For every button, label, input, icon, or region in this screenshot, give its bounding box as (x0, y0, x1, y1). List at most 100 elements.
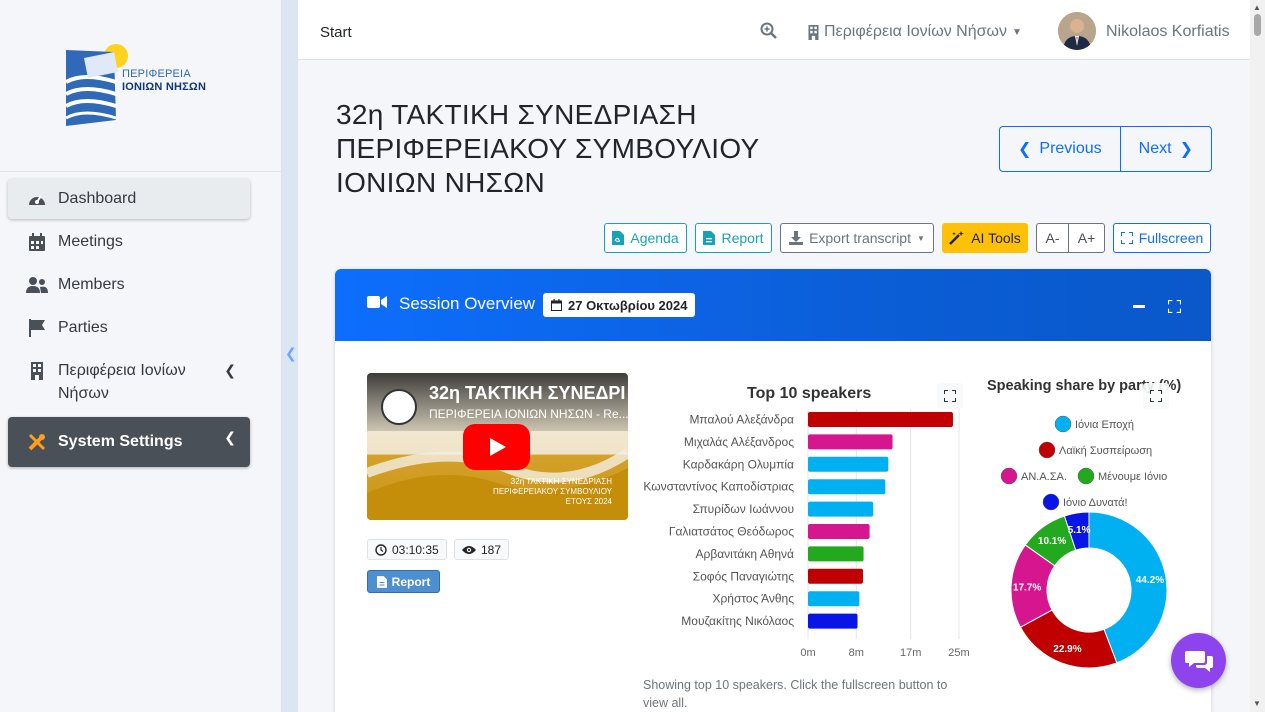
sidebar-item-members[interactable]: Members (8, 265, 250, 305)
ai-tools-button[interactable]: AI Tools (942, 223, 1028, 253)
legend-label[interactable]: Λαϊκή Συσπείρωση (1059, 445, 1152, 457)
report-small-button[interactable]: Report (367, 570, 440, 593)
speaker-label: Μουζακίτης Νικόλαος (681, 614, 794, 628)
calendar-icon (26, 233, 48, 251)
caret-down-icon: ▼ (917, 233, 925, 243)
speakers-chart-fullscreen-button[interactable] (937, 383, 963, 409)
views-badge: 187 (454, 539, 510, 560)
scroll-down-icon[interactable]: ▼ (1253, 699, 1261, 708)
slice-value-label: 22.9% (1053, 644, 1081, 655)
x-tick-label: 17m (900, 647, 921, 659)
legend-swatch (1038, 441, 1056, 459)
building-icon (808, 24, 819, 40)
clock-icon (375, 543, 387, 556)
sidebar-collapse-handle[interactable]: ❮ (282, 0, 298, 712)
sidebar-item-system-settings[interactable]: System Settings ❮ (8, 417, 250, 467)
avatar[interactable] (1058, 12, 1096, 50)
start-link[interactable]: Start (320, 24, 352, 41)
users-icon (26, 276, 48, 294)
sidebar-item-dashboard[interactable]: Dashboard (8, 179, 250, 219)
x-tick-label: 0m (800, 647, 815, 659)
party-chart-fullscreen-button[interactable] (1143, 383, 1169, 409)
legend-swatch (1077, 467, 1095, 485)
speaker-bar[interactable] (808, 434, 893, 450)
magic-wand-icon (949, 231, 965, 245)
collapse-card-button[interactable] (1133, 305, 1145, 308)
agenda-button[interactable]: Agenda (604, 223, 687, 253)
speaker-bar[interactable] (808, 613, 858, 629)
sidebar-item-label: Dashboard (58, 190, 137, 207)
brand: ΠΕΡΙΦΕΡΕΙΑ ΙΟΝΙΩΝ ΝΗΣΩΝ (0, 0, 281, 172)
expand-icon (1120, 232, 1133, 244)
speaker-label: Χρήστος Άνθης (712, 592, 794, 606)
expand-icon (944, 390, 956, 402)
file-text-icon (703, 231, 716, 245)
sidebar-item-region[interactable]: Περιφέρεια Ιονίων Νήσων ❮ (8, 351, 250, 409)
region-dropdown[interactable]: Περιφέρεια Ιονίων Νήσων ▼ (808, 23, 1022, 41)
speaker-bar[interactable] (808, 479, 886, 495)
youtube-video-player[interactable]: 32η ΤΑΚΤΙΚΗ ΣΥΝΕΔΡΙ ΠΕΡΙΦΕΡΕΙΑ ΙΟΝΙΩΝ ΝΗ… (367, 373, 628, 520)
speaker-bar[interactable] (808, 501, 874, 517)
agenda-label: Agenda (630, 230, 679, 246)
eye-icon (462, 545, 476, 554)
fullscreen-button[interactable]: Fullscreen (1113, 223, 1211, 253)
font-increase-button[interactable]: A+ (1068, 223, 1105, 253)
legend-label[interactable]: Μένουμε Ιόνιο (1098, 471, 1167, 483)
speaker-label: Καρδακάρη Ολυμπία (683, 457, 794, 471)
speakers-bar-chart: 0m 8m 17m 25m Μπαλού Αλεξάνδρα Μιχαλάς Αλέξαν… (643, 409, 970, 659)
tools-icon (26, 433, 48, 451)
speaker-bar[interactable] (808, 412, 953, 427)
scroll-up-icon[interactable]: ▲ (1253, 3, 1261, 12)
font-decrease-button[interactable]: A- (1036, 223, 1069, 253)
speaker-label: Μιχαλάς Αλέξανδρος (684, 435, 794, 449)
sidebar-item-parties[interactable]: Parties (8, 308, 250, 348)
speaker-label: Κωνσταντίνος Καποδίστριας (643, 480, 794, 494)
chevron-left-icon: ❮ (224, 429, 236, 445)
top-navbar: Start Περιφέρεια Ιονίων Νήσων ▼ Nikolaos… (298, 0, 1250, 60)
views-value: 187 (481, 542, 502, 557)
x-tick-label: 25m (948, 647, 969, 659)
chart-note: Showing top 10 speakers. Click the fulls… (643, 678, 948, 710)
slice-value-label: 10.1% (1038, 536, 1066, 547)
channel-logo[interactable] (381, 389, 417, 425)
scrollbar-thumb[interactable] (1254, 14, 1261, 36)
legend-label[interactable]: Ιόνιο Δυνατά! (1063, 497, 1128, 509)
next-button[interactable]: Next ❯ (1119, 127, 1211, 171)
page-scrollbar[interactable]: ▲ ▼ (1250, 0, 1265, 712)
gauge-icon (26, 190, 48, 208)
maximize-card-icon[interactable] (1168, 300, 1181, 313)
fullscreen-label: Fullscreen (1138, 230, 1204, 246)
speaker-label: Αρβανιτάκη Αθηνά (696, 547, 795, 561)
speaker-label: Σπυρίδων Ιωάννου (693, 502, 794, 516)
region-label: Περιφέρεια Ιονίων Νήσων (824, 23, 1007, 40)
card-header: Session Overview 27 Οκτωβρίου 2024 (335, 269, 1211, 341)
export-transcript-dropdown[interactable]: Export transcript ▼ (780, 223, 934, 253)
previous-button[interactable]: ❮ Previous (1000, 127, 1120, 171)
speaker-bar[interactable] (808, 591, 860, 607)
play-button[interactable] (463, 424, 530, 470)
report-button[interactable]: Report (695, 223, 772, 253)
speaker-label: Γαλιατσάτος Θεόδωρος (669, 525, 794, 539)
font-decrease-label: A- (1045, 230, 1060, 246)
video-title: 32η ΤΑΚΤΙΚΗ ΣΥΝΕΔΡΙ (429, 383, 626, 403)
video-caption: 32η ΤΑΚΤΙΚΗ ΣΥΝΕΔΡΙΑΣΗ ΠΕΡΙΦΕΡΕΙΑΚΟΥ ΣΥΜ… (493, 477, 612, 506)
sidebar-item-meetings[interactable]: Meetings (8, 222, 250, 262)
chat-icon (1184, 650, 1213, 672)
sidebar-item-label: Περιφέρεια Ιονίων Νήσων (58, 362, 186, 402)
calendar-icon (551, 299, 562, 311)
legend-label[interactable]: Ιόνια Εποχή (1075, 419, 1134, 431)
sidebar-nav: Dashboard Meetings Members Parties Περιφ… (8, 179, 250, 470)
chat-widget-button[interactable] (1171, 633, 1226, 688)
legend-label[interactable]: ΑΝ.Α.ΣΑ. (1021, 471, 1067, 483)
user-name[interactable]: Nikolaos Korfiatis (1106, 23, 1230, 41)
speaker-bar[interactable] (808, 546, 864, 562)
export-label: Export transcript (809, 230, 911, 246)
search-icon[interactable] (760, 22, 778, 45)
speaker-label: Σοφός Παναγιώτης (693, 569, 794, 583)
speaker-bar[interactable] (808, 568, 863, 584)
video-subtitle: ΠΕΡΙΦΕΡΕΙΑ ΙΟΝΙΩΝ ΝΗΣΩΝ - Re... (429, 407, 628, 421)
report-small-label: Report (391, 574, 431, 589)
duration-badge: 03:10:35 (367, 539, 447, 560)
speaker-bar[interactable] (808, 524, 870, 539)
speaker-bar[interactable] (808, 456, 889, 472)
